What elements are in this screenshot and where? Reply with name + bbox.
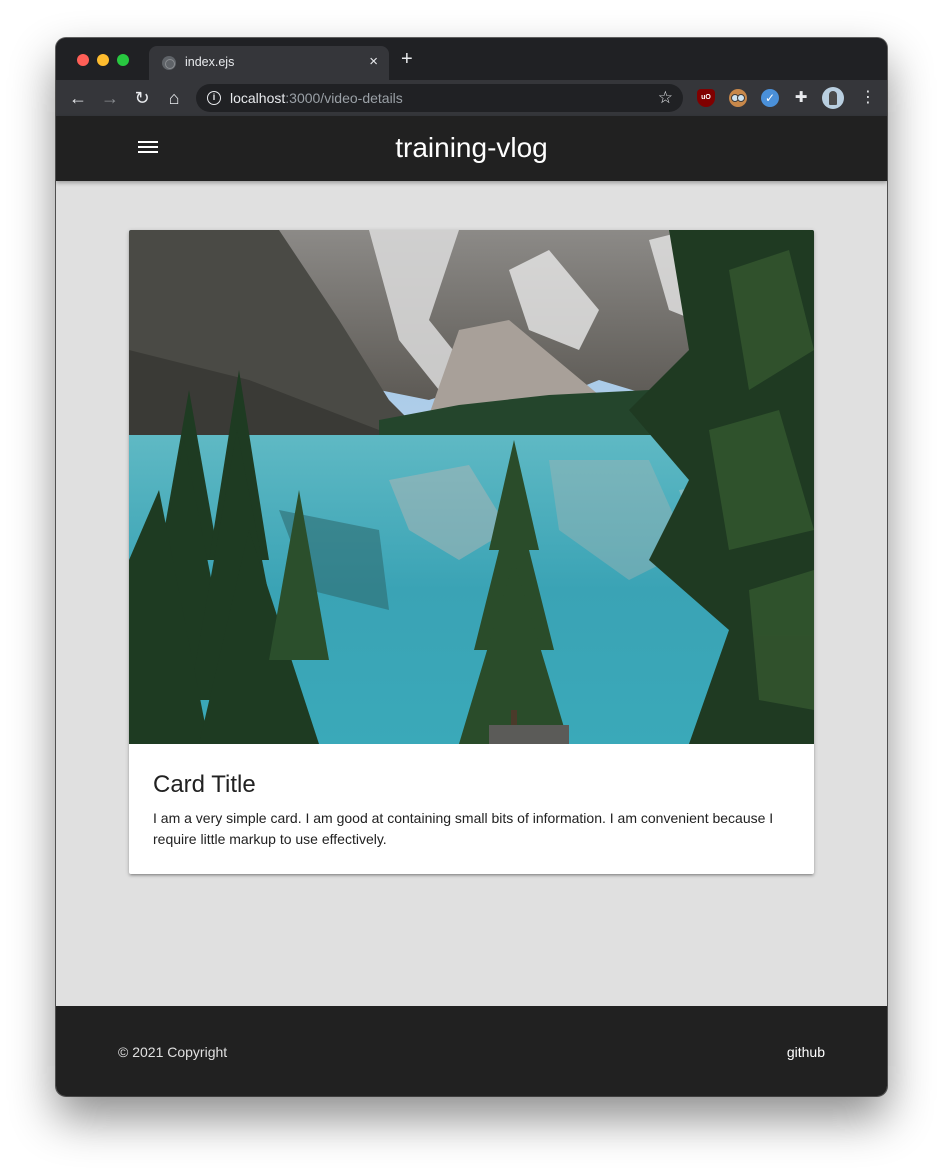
card-text: I am a very simple card. I am good at co… <box>153 810 774 847</box>
reload-icon[interactable]: ↻ <box>130 80 154 116</box>
globe-icon <box>162 56 176 70</box>
back-arrow-icon[interactable]: ← <box>66 80 90 116</box>
page-content: training-vlog Card Title I am a very sim… <box>56 116 887 1096</box>
url-path: :3000/video-details <box>285 90 403 106</box>
url-text[interactable]: localhost:3000/video-details <box>230 90 403 106</box>
owl-extension-icon[interactable] <box>729 89 747 107</box>
ublock-origin-icon[interactable]: uO <box>697 89 715 107</box>
copyright-text: © 2021 Copyright <box>118 1044 228 1060</box>
home-icon[interactable]: ⌂ <box>162 80 186 116</box>
profile-avatar[interactable] <box>822 87 844 109</box>
app-header: training-vlog <box>56 116 887 181</box>
browser-window: index.ejs × + ← → ↻ ⌂ i localhost:3000/v… <box>56 38 887 1096</box>
close-tab-icon[interactable]: × <box>369 52 378 72</box>
minimize-window-button[interactable] <box>97 54 109 66</box>
new-tab-button[interactable]: + <box>401 49 413 69</box>
tab-strip: index.ejs × + <box>56 38 887 80</box>
tab-title: index.ejs <box>185 55 235 69</box>
info-icon[interactable]: i <box>207 91 221 105</box>
close-window-button[interactable] <box>77 54 89 66</box>
menu-dots-icon[interactable]: ⋮ <box>860 80 876 116</box>
url-host: localhost <box>230 90 286 106</box>
bookmark-star-icon[interactable]: ☆ <box>658 87 673 109</box>
card-title: Card Title <box>153 771 256 798</box>
puzzle-icon[interactable]: ✚ <box>792 89 810 107</box>
github-link[interactable]: github <box>787 1044 825 1060</box>
brand-title[interactable]: training-vlog <box>56 130 887 166</box>
forward-arrow-icon[interactable]: → <box>98 80 122 116</box>
browser-toolbar: ← → ↻ ⌂ i localhost:3000/video-details ☆… <box>56 80 887 116</box>
card-image-lake-landscape <box>129 230 814 744</box>
card: Card Title I am a very simple card. I am… <box>129 230 814 874</box>
page-footer: © 2021 Copyright github <box>56 1006 887 1096</box>
tab-index-ejs[interactable]: index.ejs × <box>149 46 389 80</box>
check-extension-icon[interactable]: ✓ <box>761 89 779 107</box>
maximize-window-button[interactable] <box>117 54 129 66</box>
address-bar[interactable]: i localhost:3000/video-details ☆ <box>196 84 683 112</box>
